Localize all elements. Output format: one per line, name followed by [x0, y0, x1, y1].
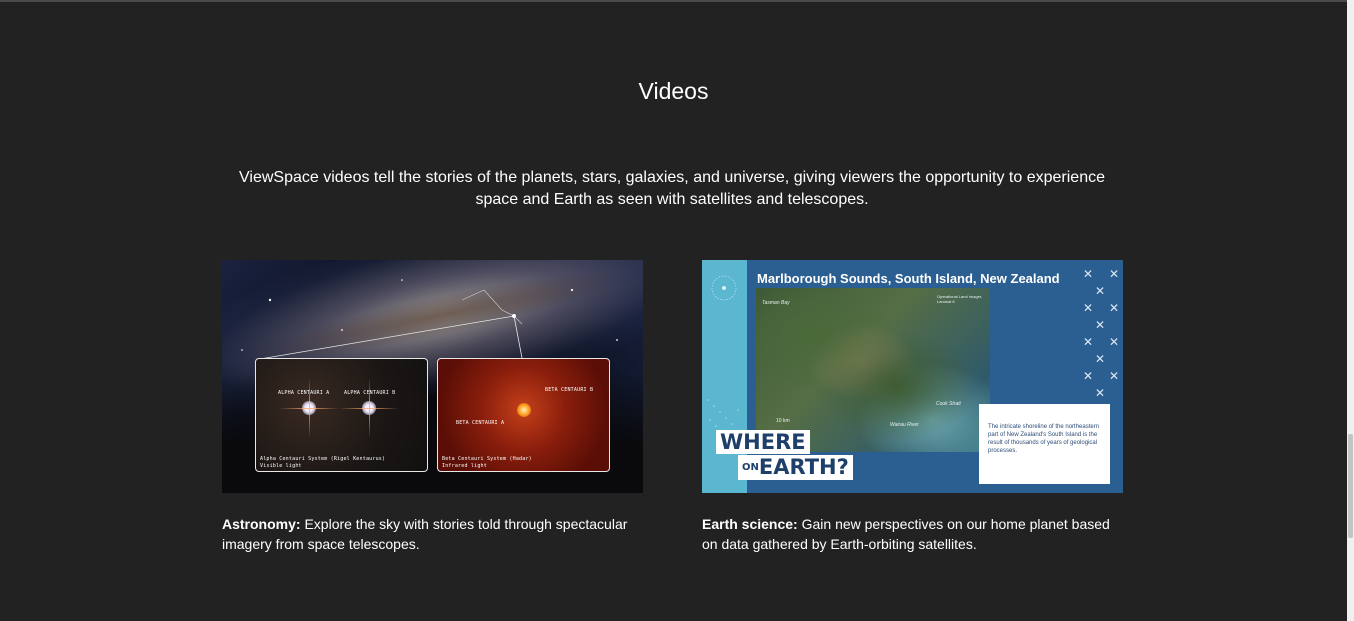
on-earth-text: ONEARTH?: [738, 455, 853, 480]
where-text: WHERE: [716, 430, 810, 454]
diffraction-spike: [369, 378, 370, 438]
earth-science-caption: Earth science: Gain new perspectives on …: [702, 514, 1123, 554]
alpha-b-label: ALPHA CENTAURI B: [344, 390, 396, 396]
x-mark: ✕: [1109, 335, 1120, 349]
earth-science-card: Tasman Bay Operational Land Imager, Land…: [702, 260, 1123, 554]
earth-science-category: Earth science:: [702, 516, 798, 532]
infrared-caption: Beta Centauri System (Hadar): [442, 456, 532, 462]
x-mark: ✕: [1083, 335, 1094, 349]
cook-strait-label: Cook Strait: [936, 401, 961, 407]
alpha-a-label: ALPHA CENTAURI A: [278, 390, 330, 396]
on-text: ON: [742, 462, 759, 473]
wairau-river-label: Wairau River: [890, 422, 919, 428]
satellite-map: Tasman Bay Operational Land Imager, Land…: [756, 288, 990, 452]
x-pattern: ✕ ✕ ✕ ✕ ✕ ✕ ✕ ✕ ✕ ✕ ✕ ✕: [1073, 263, 1121, 403]
map-title: Marlborough Sounds, South Island, New Ze…: [757, 271, 1060, 286]
visible-light-panel: ALPHA CENTAURI A ALPHA CENTAURI B Alpha …: [255, 358, 428, 472]
info-textbox: The intricate shoreline of the northeast…: [979, 404, 1110, 484]
beta-centauri-glow: [517, 403, 531, 417]
x-mark: ✕: [1109, 301, 1120, 315]
infrared-panel: BETA CENTAURI B BETA CENTAURI A Beta Cen…: [437, 358, 610, 472]
astronomy-category: Astronomy:: [222, 516, 301, 532]
astronomy-card: ALPHA CENTAURI A ALPHA CENTAURI B Alpha …: [222, 260, 643, 554]
x-mark: ✕: [1095, 386, 1106, 400]
tasman-bay-label: Tasman Bay: [762, 300, 790, 306]
scrollbar-thumb[interactable]: [1348, 434, 1353, 538]
x-mark: ✕: [1095, 284, 1106, 298]
earth-science-video-thumbnail[interactable]: Tasman Bay Operational Land Imager, Land…: [702, 260, 1123, 493]
x-mark: ✕: [1095, 352, 1106, 366]
visible-caption-sub: Visible light: [260, 463, 302, 469]
diffraction-spike: [309, 378, 310, 438]
beta-b-label: BETA CENTAURI B: [545, 387, 594, 393]
x-mark: ✕: [1095, 318, 1106, 332]
infrared-caption-sub: Infrared light: [442, 463, 487, 469]
credit-label: Operational Land Imager, Landsat 8: [937, 294, 983, 304]
top-border: [0, 0, 1354, 2]
page-scrollbar[interactable]: [1347, 0, 1354, 621]
x-mark: ✕: [1083, 301, 1094, 315]
where-on-earth-logo: WHERE ONEARTH?: [716, 430, 853, 482]
visible-caption: Alpha Centauri System (Rigel Kentaurus): [260, 456, 386, 462]
x-mark: ✕: [1109, 369, 1120, 383]
section-title: Videos: [638, 78, 709, 104]
x-mark: ✕: [1083, 369, 1094, 383]
earth-text: EARTH?: [758, 455, 849, 479]
scale-label: 10 km: [776, 418, 790, 424]
astronomy-video-thumbnail[interactable]: ALPHA CENTAURI A ALPHA CENTAURI B Alpha …: [222, 260, 643, 493]
beta-a-label: BETA CENTAURI A: [456, 420, 505, 426]
x-mark: ✕: [1083, 267, 1094, 281]
astronomy-caption: Astronomy: Explore the sky with stories …: [222, 514, 643, 554]
x-mark: ✕: [1109, 267, 1120, 281]
section-intro: ViewSpace videos tell the stories of the…: [239, 169, 1105, 208]
